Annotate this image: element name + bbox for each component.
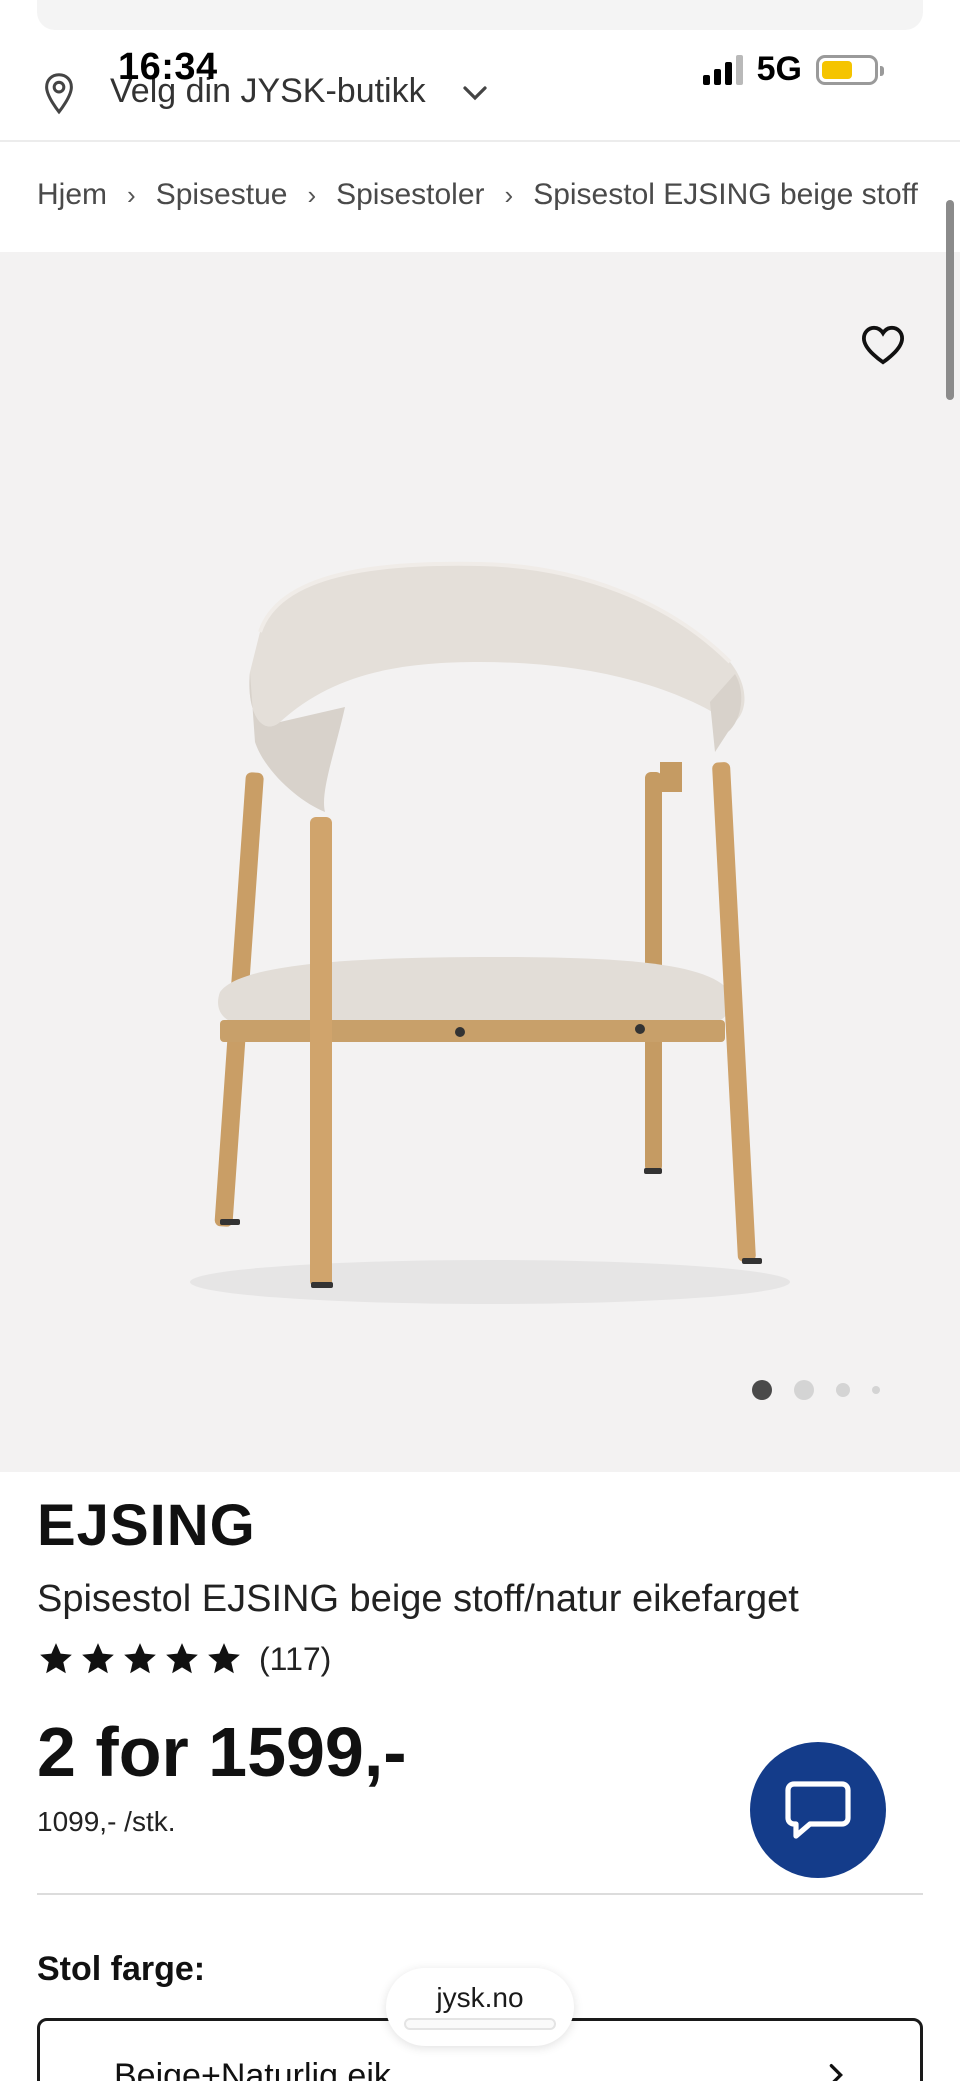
star-icon xyxy=(40,1643,72,1674)
gallery-dot[interactable] xyxy=(836,1383,850,1397)
product-brand: EJSING xyxy=(37,1493,256,1558)
breadcrumb-item-hjem[interactable]: Hjem xyxy=(37,178,107,212)
status-time: 16:34 xyxy=(118,46,218,88)
breadcrumb-item-current[interactable]: Spisestol EJSING beige stoff xyxy=(533,178,918,212)
network-label: 5G xyxy=(756,50,802,88)
gallery-pagination[interactable] xyxy=(752,1380,880,1400)
browser-address-bar[interactable] xyxy=(404,2018,556,2030)
status-indicators: 5G xyxy=(702,50,884,89)
breadcrumb: Hjem › Spisestue › Spisestoler › Spisest… xyxy=(37,178,918,212)
location-pin-icon xyxy=(45,73,73,115)
section-divider xyxy=(37,1893,923,1895)
chevron-right-icon: › xyxy=(127,179,136,210)
star-icon xyxy=(208,1643,240,1674)
gallery-dot[interactable] xyxy=(794,1380,814,1400)
star-icon xyxy=(166,1643,198,1674)
color-section-label: Stol farge: xyxy=(37,1950,206,1988)
breadcrumb-item-spisestoler[interactable]: Spisestoler xyxy=(336,178,484,212)
chevron-right-icon: › xyxy=(307,179,317,210)
chat-icon xyxy=(785,1781,851,1839)
signal-icon xyxy=(702,54,743,85)
chevron-down-icon xyxy=(463,86,487,101)
previous-panel-edge xyxy=(37,0,923,30)
battery-icon xyxy=(816,54,884,85)
gallery-dot[interactable] xyxy=(872,1386,880,1394)
product-name: Spisestol EJSING beige stoff/natur eikef… xyxy=(37,1578,799,1620)
star-icon xyxy=(124,1643,156,1674)
rating-count: (117) xyxy=(259,1640,332,1677)
unit-price: 1099,- /stk. xyxy=(37,1806,176,1837)
page-scrollbar[interactable] xyxy=(946,200,954,400)
product-rating[interactable]: (117) xyxy=(37,1640,331,1678)
chevron-right-icon xyxy=(829,2064,843,2081)
chevron-right-icon: › xyxy=(504,179,514,210)
product-image-gallery[interactable] xyxy=(0,252,960,1472)
product-image-chair xyxy=(190,561,790,1304)
gallery-dot-active[interactable] xyxy=(752,1380,772,1400)
browser-address-pill[interactable]: jysk.no xyxy=(386,1968,574,2046)
product-price: 2 for 1599,- xyxy=(37,1713,407,1791)
chat-button[interactable] xyxy=(750,1742,886,1878)
breadcrumb-item-spisestue[interactable]: Spisestue xyxy=(156,178,288,212)
color-select-value: Beige+Naturlig eik xyxy=(114,2057,391,2081)
star-icon xyxy=(82,1643,114,1674)
heart-icon[interactable] xyxy=(860,324,906,366)
browser-domain: jysk.no xyxy=(436,1982,524,2013)
